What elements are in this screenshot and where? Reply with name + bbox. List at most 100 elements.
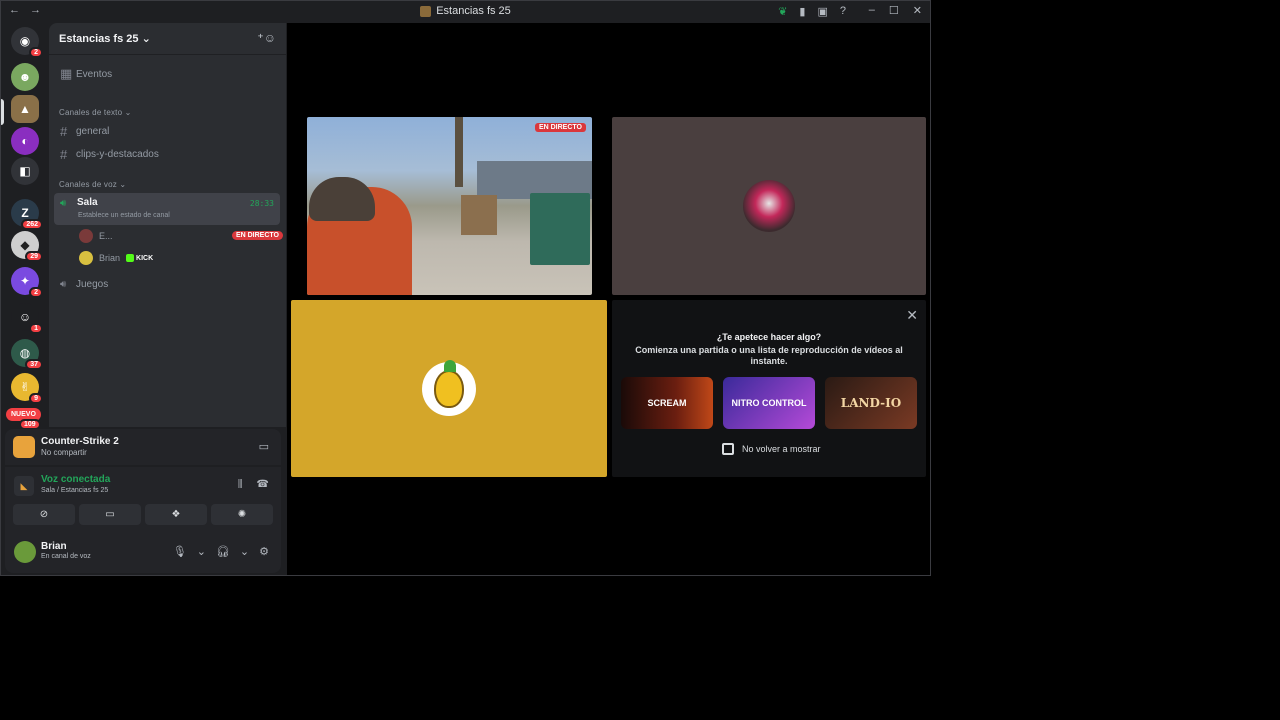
stream-tile[interactable]: EN DIRECTO: [307, 117, 592, 295]
home-button[interactable]: ◉ 2: [11, 27, 43, 58]
inbox-icon[interactable]: ▣: [817, 5, 827, 18]
help-icon[interactable]: ?: [840, 5, 846, 18]
voice-category[interactable]: Canales de voz ⌄: [59, 180, 126, 189]
game-name: Counter-Strike 2: [41, 436, 119, 447]
active-server-pill: [1, 99, 4, 125]
user-controls: 🎙︎ ⌄ 🎧︎ ⌄ ⚙: [173, 545, 269, 558]
voice-channel-label: Juegos: [76, 278, 109, 290]
server-icon-1[interactable]: ☻: [11, 63, 39, 91]
scene-palm: [455, 117, 463, 187]
camera-button[interactable]: ⊘: [13, 504, 75, 525]
voice-member-1[interactable]: E... EN DIRECTO: [79, 227, 283, 245]
activities-button[interactable]: ❖: [145, 504, 207, 525]
soundboard-button[interactable]: ✺: [211, 504, 273, 525]
soundboard-icon: ✺: [237, 509, 247, 520]
server-rail: ◉ 2 ☻ ▲ ◐ ◧ Z 262 ◆ 29 ✦ 2 ☺ 1 ◍ 37 ✌ 9 …: [1, 23, 49, 430]
share-screen-button[interactable]: ▭: [79, 504, 141, 525]
activities-icon: ❖: [171, 509, 181, 520]
game-subtext: No compartir: [41, 448, 87, 457]
checkbox[interactable]: [722, 443, 734, 455]
voice-channel-name: Sala: [77, 197, 98, 208]
chevron-down-icon[interactable]: ⌄: [197, 545, 206, 558]
user-name[interactable]: Brian: [41, 541, 67, 552]
server-icon-4[interactable]: Z 262: [11, 199, 43, 230]
scene-crate: [461, 195, 497, 235]
events-label: Eventos: [76, 68, 113, 80]
voice-member-2[interactable]: Brian KICK: [79, 249, 279, 267]
game-card-nitro[interactable]: NITRO CONTROL: [723, 377, 815, 429]
guild-header[interactable]: Estancias fs 25 ⌄ ⁺☺: [49, 23, 286, 55]
server-badge-7: 1: [29, 323, 43, 334]
headphones-icon[interactable]: 🎧︎: [216, 545, 230, 558]
member-name: E...: [99, 231, 113, 241]
channel-clips[interactable]: # clips-y-destacados: [54, 144, 280, 164]
participant-tile-2[interactable]: [291, 300, 607, 477]
voice-channel-sala[interactable]: 🔊︎ Sala Establece un estado de canal 28:…: [54, 193, 280, 225]
share-screen-icon[interactable]: ▭: [259, 440, 269, 453]
events-item[interactable]: ▦ Eventos: [54, 64, 280, 84]
microphone-icon[interactable]: 🎙︎: [173, 545, 187, 558]
voice-actions: ⫼ ☎: [238, 479, 269, 490]
kick-label: KICK: [136, 254, 154, 262]
activity-prompt: ✕ ¿Te apetece hacer algo? Comienza una p…: [612, 300, 926, 477]
voice-stage: EN DIRECTO ✕ ¿Te apetece hacer algo? Com…: [287, 23, 930, 575]
game-card-scream[interactable]: SCREAM: [621, 377, 713, 429]
noise-suppression-icon[interactable]: ⫼: [238, 479, 243, 490]
server-badge-4: 262: [21, 219, 43, 230]
maximize-icon[interactable]: ☐: [889, 4, 899, 17]
channel-status[interactable]: Establece un estado de canal: [78, 212, 170, 219]
voice-location[interactable]: Sala / Estancias fs 25: [41, 487, 108, 494]
scene-dumpster: [530, 193, 590, 265]
game-card-landio[interactable]: LAND-IO: [825, 377, 917, 429]
text-category[interactable]: Canales de texto ⌄: [59, 108, 132, 117]
close-icon[interactable]: ✕: [913, 4, 922, 17]
participant-tile-1[interactable]: [612, 117, 926, 295]
member-name: Brian: [99, 253, 121, 263]
signal-icon[interactable]: ◣: [14, 476, 34, 496]
game-card-label: NITRO CONTROL: [731, 398, 807, 408]
leaf-icon[interactable]: ❦: [778, 5, 787, 18]
user-avatar[interactable]: [14, 541, 36, 563]
voice-timer: 28:33: [249, 199, 274, 208]
titlebar: ← → Estancias fs 25 ❦ ▮ ▣ ? – ☐ ✕: [1, 1, 930, 23]
chevron-down-icon[interactable]: ⌄: [240, 545, 249, 558]
hash-icon: #: [60, 123, 68, 139]
discord-window: ← → Estancias fs 25 ❦ ▮ ▣ ? – ☐ ✕ ◉ 2 ☻ …: [0, 0, 931, 576]
kick-icon: [126, 254, 135, 262]
minimize-icon[interactable]: –: [869, 4, 875, 17]
speaker-icon: 🔊︎: [60, 198, 67, 209]
chevron-down-icon: ⌄: [141, 33, 151, 45]
dont-show-checkbox[interactable]: No volver a mostrar: [722, 443, 821, 455]
game-card-label: LAND-IO: [840, 396, 902, 410]
server-icon-3[interactable]: ◧: [11, 157, 39, 185]
channel-sidebar: Estancias fs 25 ⌄ ⁺☺ ▦ Eventos Canales d…: [49, 23, 286, 427]
settings-gear-icon[interactable]: ⚙: [259, 545, 269, 558]
participant-avatar: [422, 360, 476, 416]
channel-general[interactable]: # general: [54, 121, 280, 141]
server-badge-8: 37: [25, 359, 43, 370]
game-card-label: SCREAM: [647, 398, 687, 408]
server-icon-active[interactable]: ▲: [11, 95, 39, 123]
user-status: En canal de voz: [41, 553, 91, 560]
avatar: [79, 229, 93, 243]
server-icon-5[interactable]: ◆ 29: [11, 231, 43, 262]
disconnect-icon[interactable]: ☎: [257, 479, 269, 490]
server-icon-8[interactable]: ◍ 37: [11, 339, 43, 370]
close-icon[interactable]: ✕: [906, 307, 918, 324]
server-icon-6[interactable]: ✦ 2: [11, 267, 43, 298]
speaker-icon: 🔊︎: [60, 278, 67, 290]
server-icon-7[interactable]: ☺ 1: [11, 303, 43, 334]
home-badge: 2: [29, 47, 43, 58]
bookmark-icon[interactable]: ▮: [799, 5, 805, 18]
voice-connected-label[interactable]: Voz conectada: [41, 474, 110, 485]
screen-share-icon: ▭: [105, 509, 115, 520]
server-icon: [420, 5, 432, 17]
server-icon-9[interactable]: ✌ 9: [11, 373, 43, 404]
server-badge-9: 9: [29, 393, 43, 404]
kick-activity: KICK: [126, 254, 153, 262]
invite-people-icon[interactable]: ⁺☺: [257, 31, 276, 45]
game-icon: [13, 436, 35, 458]
voice-channel-juegos[interactable]: 🔊︎ Juegos: [54, 274, 280, 294]
server-icon-2[interactable]: ◐: [11, 127, 39, 155]
live-badge: EN DIRECTO: [231, 231, 283, 240]
